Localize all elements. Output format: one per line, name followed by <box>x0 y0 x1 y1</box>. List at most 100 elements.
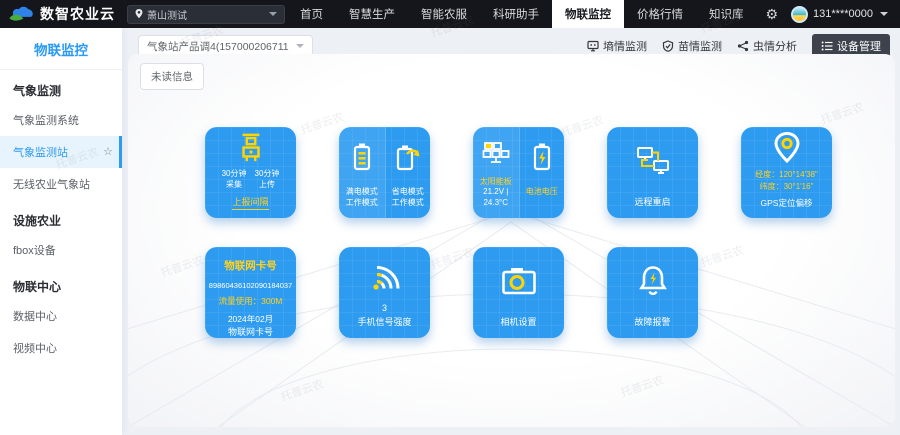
nav-home[interactable]: 首页 <box>287 0 336 28</box>
upload-interval-value: 30分钟 <box>255 169 280 180</box>
mode-name: 满电模式 <box>346 187 378 198</box>
sidebar-title: 物联监控 <box>0 28 122 70</box>
card-title: 相机设置 <box>500 315 536 328</box>
wifi-signal-icon <box>339 247 430 303</box>
power-save-mode-half[interactable]: 省电模式 工作模式 <box>385 127 431 218</box>
unread-messages-button[interactable]: 未读信息 <box>140 63 204 90</box>
sidebar-item-data-center[interactable]: 数据中心 <box>0 300 122 332</box>
sidebar-item-label: fbox设备 <box>13 242 56 258</box>
networked-computers-icon <box>607 127 698 195</box>
solar-label: 太阳能板 <box>473 177 519 188</box>
sidebar-item-label: 无线农业气象站 <box>13 176 90 192</box>
report-interval-card[interactable]: 30分钟 采集 30分钟 上传 上报间隔 <box>205 127 296 218</box>
battery-voltage-label: 电池电压 <box>526 187 558 198</box>
signal-strength-card[interactable]: 3 手机信号强度 <box>339 247 430 338</box>
full-power-mode-half[interactable]: 满电模式 工作模式 <box>339 127 385 218</box>
top-nav-menu: 首页 智慧生产 智能农服 科研助手 物联监控 价格行情 知识库 <box>287 0 757 28</box>
collect-interval-value: 30分钟 <box>222 169 247 180</box>
action-label: 虫情分析 <box>753 38 797 54</box>
upload-interval-label: 上传 <box>255 180 280 191</box>
main-content: 气象站产品调4(157000206711 墒情监测 <box>122 28 900 435</box>
camera-icon <box>473 247 564 315</box>
monitor-icon <box>587 40 599 52</box>
sim-iccid-value: 89860436102090184037 <box>205 281 296 290</box>
chevron-down-icon <box>880 12 888 16</box>
mode-label: 工作模式 <box>392 198 424 209</box>
user-account-menu[interactable]: 131****0000 <box>787 6 900 23</box>
shield-leaf-icon <box>662 40 674 52</box>
card-title: 物联网卡号 <box>205 325 296 338</box>
org-selector-dropdown[interactable]: 萧山测试 <box>127 5 285 24</box>
location-pin-icon <box>135 9 143 19</box>
battery-voltage-half[interactable]: 电池电压 <box>519 127 565 218</box>
nav-smart-agri-service[interactable]: 智能农服 <box>408 0 480 28</box>
battery-charge-icon <box>520 127 565 187</box>
sidebar-item-weather-system[interactable]: 气象监测系统 <box>0 104 122 136</box>
work-mode-card[interactable]: 满电模式 工作模式 <box>339 127 430 218</box>
data-logger-icon <box>205 127 296 169</box>
app-window: 数智农业云 萧山测试 首页 智慧生产 智能农服 科研助手 物联监控 价格行情 知… <box>0 0 900 435</box>
sidebar-item-wireless-station[interactable]: 无线农业气象站 <box>0 168 122 200</box>
sim-month: 2024年02月 <box>205 313 296 325</box>
avatar <box>791 6 808 23</box>
top-navbar: 数智农业云 萧山测试 首页 智慧生产 智能农服 科研助手 物联监控 价格行情 知… <box>0 0 900 28</box>
card-title: 远程重启 <box>634 195 670 208</box>
battery-cycle-icon <box>386 127 431 187</box>
nav-smart-production[interactable]: 智慧生产 <box>336 0 408 28</box>
sim-title: 物联网卡号 <box>205 258 296 273</box>
solar-value: 21.2V | 24.3°C <box>473 187 519 209</box>
chevron-down-icon <box>296 44 304 48</box>
user-phone-label: 131****0000 <box>813 8 873 20</box>
sim-data-usage: 流量使用：300M <box>205 295 296 307</box>
fault-alarm-card[interactable]: 故障报警 <box>607 247 698 338</box>
nav-knowledge-base[interactable]: 知识库 <box>696 0 757 28</box>
pest-analysis-button[interactable]: 虫情分析 <box>737 38 797 54</box>
sidebar-item-video-center[interactable]: 视频中心 <box>0 332 122 364</box>
gps-pin-icon <box>741 127 832 169</box>
card-title: GPS定位偏移 <box>761 197 813 209</box>
nav-price-market[interactable]: 价格行情 <box>624 0 696 28</box>
sidebar: 物联监控 气象监测 气象监测系统 气象监测站 ☆ 无线农业气象站 设施农业 fb… <box>0 28 122 435</box>
remote-restart-card[interactable]: 远程重启 <box>607 127 698 218</box>
latitude-value: 纬度：30°1'16" <box>755 181 818 193</box>
sidebar-heading-iot-center: 物联中心 <box>0 266 122 300</box>
mode-label: 工作模式 <box>346 198 378 209</box>
card-title: 故障报警 <box>634 315 670 328</box>
sidebar-item-label: 数据中心 <box>13 308 57 324</box>
nav-research-assistant[interactable]: 科研助手 <box>480 0 552 28</box>
device-selector-value: 气象站产品调4(157000206711 <box>147 39 289 54</box>
alarm-bell-icon <box>607 247 698 315</box>
power-status-card[interactable]: 太阳能板 21.2V | 24.3°C <box>473 127 564 218</box>
org-selector-value: 萧山测试 <box>147 7 187 22</box>
settings-gear-icon[interactable]: ⚙ <box>756 7 787 21</box>
camera-settings-card[interactable]: 相机设置 <box>473 247 564 338</box>
nav-iot-monitoring[interactable]: 物联监控 <box>552 0 624 28</box>
gps-coordinates: 经度：120°14'38" 纬度：30°1'16" <box>755 169 818 193</box>
gps-location-card[interactable]: 经度：120°14'38" 纬度：30°1'16" GPS定位偏移 <box>741 127 832 218</box>
battery-full-icon <box>339 127 385 187</box>
collect-interval-label: 采集 <box>222 180 247 191</box>
list-icon <box>821 40 833 52</box>
sidebar-item-fbox[interactable]: fbox设备 <box>0 234 122 266</box>
solar-panel-half[interactable]: 太阳能板 21.2V | 24.3°C <box>473 127 519 218</box>
action-label: 苗情监测 <box>678 38 722 54</box>
action-label: 墒情监测 <box>603 38 647 54</box>
sidebar-item-label: 气象监测站 <box>13 144 68 160</box>
seedling-monitor-button[interactable]: 苗情监测 <box>662 38 722 54</box>
card-row-1: 30分钟 采集 30分钟 上传 上报间隔 <box>205 127 832 218</box>
soil-moisture-monitor-button[interactable]: 墒情监测 <box>587 38 647 54</box>
sidebar-heading-facility: 设施农业 <box>0 200 122 234</box>
star-icon[interactable]: ☆ <box>103 147 113 158</box>
chevron-down-icon <box>269 12 277 16</box>
iot-sim-card[interactable]: 物联网卡号 89860436102090184037 流量使用：300M 202… <box>205 247 296 338</box>
card-row-2: 物联网卡号 89860436102090184037 流量使用：300M 202… <box>205 247 698 338</box>
device-status-panel: 未读信息 <box>128 54 895 427</box>
card-title: 上报间隔 <box>232 195 268 210</box>
app-title: 数智农业云 <box>40 4 115 24</box>
action-label: 设备管理 <box>837 38 881 54</box>
brand-logo-icon <box>8 5 34 23</box>
sidebar-heading-weather: 气象监测 <box>0 70 122 104</box>
sidebar-item-weather-station[interactable]: 气象监测站 ☆ <box>0 136 122 168</box>
signal-level-value: 3 <box>382 303 387 313</box>
mode-name: 省电模式 <box>392 187 424 198</box>
